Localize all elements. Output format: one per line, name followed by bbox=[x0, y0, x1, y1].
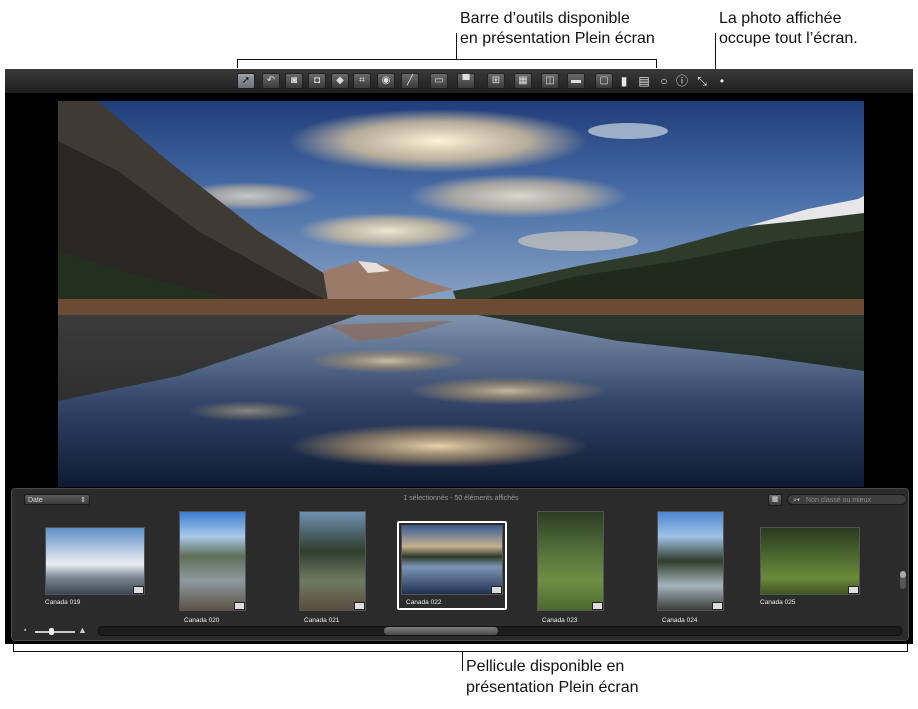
viewer-icon[interactable]: ▭ bbox=[430, 73, 448, 89]
thumbnail-size-knob[interactable] bbox=[49, 628, 54, 635]
thumbnail-caption: Canada 019 bbox=[45, 599, 81, 606]
thumbnail-caption: Canada 021 bbox=[304, 617, 340, 624]
adjusted-badge-icon bbox=[234, 602, 245, 610]
photo-callout-line1: La photo affichée bbox=[719, 10, 842, 27]
search-input[interactable]: ⌕▾ Non classé ou mieux bbox=[787, 494, 907, 505]
adjusted-badge-icon bbox=[592, 602, 603, 610]
two-up-icon[interactable]: ◫ bbox=[541, 73, 559, 89]
filmstrip: Date ⇕ 1 sélectionnés - 50 éléments affi… bbox=[11, 488, 909, 641]
crop-icon[interactable]: ⌗ bbox=[353, 73, 371, 89]
adjusted-badge-icon bbox=[491, 586, 502, 594]
adjusted-badge-icon bbox=[712, 602, 723, 610]
displayed-photo[interactable] bbox=[58, 101, 864, 487]
search-icon: ⌕▾ bbox=[793, 497, 800, 504]
toolbar-leader bbox=[456, 33, 457, 59]
adjusted-badge-icon bbox=[133, 586, 144, 594]
toolbar-callout-line1: Barre d’outils disponible bbox=[460, 10, 630, 27]
fullscreen-view: ➚ ↶ ◙ ◘ ◆ ⌗ ◉ ╱ ▭ ▀ ⊞ ▦ ◫ ▬ ▢ ▮ ▤ ○ ⓘ ⤡ • bbox=[5, 69, 913, 644]
split-icon[interactable]: ▀ bbox=[457, 73, 475, 89]
rating-filter-button[interactable]: ▦ bbox=[768, 494, 782, 506]
filmstrip-callout-line1: Pellicule disponible en bbox=[466, 658, 625, 675]
thumbnail-size-slider[interactable] bbox=[35, 631, 75, 633]
toolbar-callout-line2: en présentation Plein écran bbox=[460, 30, 655, 47]
toolbar-bracket bbox=[237, 59, 657, 68]
landscape-photo-svg bbox=[58, 101, 864, 487]
thumbnail-image bbox=[179, 511, 246, 611]
filmstrip-leader bbox=[462, 651, 463, 671]
vertical-scroll-knob[interactable] bbox=[900, 571, 906, 578]
thumbnail-caption: Canada 022 bbox=[406, 599, 442, 606]
thumbnail-caption: Canada 024 bbox=[662, 617, 698, 624]
circle-icon[interactable]: ○ bbox=[655, 73, 673, 89]
multi-icon[interactable]: ▬ bbox=[567, 73, 585, 89]
compare-icon[interactable]: ⊞ bbox=[487, 73, 505, 89]
thumbnail-caption: Canada 025 bbox=[760, 599, 796, 606]
photo-callout-line2: occupe tout l’écran. bbox=[719, 30, 858, 47]
info-icon[interactable]: ⓘ bbox=[673, 73, 691, 89]
thumbnail-size-large-icon: ▲ bbox=[78, 625, 87, 635]
rotate-icon[interactable]: ↶ bbox=[262, 73, 280, 89]
thumbnail-image bbox=[401, 525, 503, 595]
thumbnail-image bbox=[299, 511, 366, 611]
filmstrip-scroll-thumb[interactable] bbox=[384, 627, 498, 635]
photo-stack-icon[interactable]: ◙ bbox=[285, 73, 303, 89]
search-placeholder: Non classé ou mieux bbox=[806, 497, 871, 504]
thumbnail-image bbox=[45, 527, 145, 595]
thumbnail-caption: Canada 020 bbox=[184, 617, 220, 624]
photo-stack-alt-icon[interactable]: ◘ bbox=[308, 73, 326, 89]
single-icon[interactable]: ▦ bbox=[514, 73, 532, 89]
brush-icon[interactable]: ╱ bbox=[401, 73, 419, 89]
tag-icon[interactable]: ◆ bbox=[331, 73, 349, 89]
thumbnail-image bbox=[657, 511, 724, 611]
thumbnail-size-small-icon: ▪ bbox=[24, 627, 27, 634]
thumbnail-image bbox=[760, 527, 860, 595]
film-icon[interactable]: ▢ bbox=[595, 73, 613, 89]
filmstrip-callout-line2: présentation Plein écran bbox=[466, 679, 639, 696]
red-eye-icon[interactable]: ◉ bbox=[377, 73, 395, 89]
thumbnail-image bbox=[537, 511, 604, 611]
loupe-icon[interactable]: ▮ bbox=[615, 73, 633, 89]
thumbnail-caption: Canada 023 bbox=[542, 617, 578, 624]
exit-fullscreen-icon[interactable]: ⤡ bbox=[693, 73, 711, 89]
pointer-icon[interactable]: ➚ bbox=[237, 73, 255, 89]
adjusted-badge-icon bbox=[848, 586, 859, 594]
adjusted-badge-icon bbox=[354, 602, 365, 610]
filmstrip-scrollbar[interactable] bbox=[98, 626, 902, 636]
lamp-icon[interactable]: • bbox=[713, 73, 731, 89]
filmstrip-bracket bbox=[13, 644, 908, 652]
fullscreen-toolbar: ➚ ↶ ◙ ◘ ◆ ⌗ ◉ ╱ ▭ ▀ ⊞ ▦ ◫ ▬ ▢ ▮ ▤ ○ ⓘ ⤡ • bbox=[5, 69, 913, 94]
layers-icon[interactable]: ▤ bbox=[635, 73, 653, 89]
